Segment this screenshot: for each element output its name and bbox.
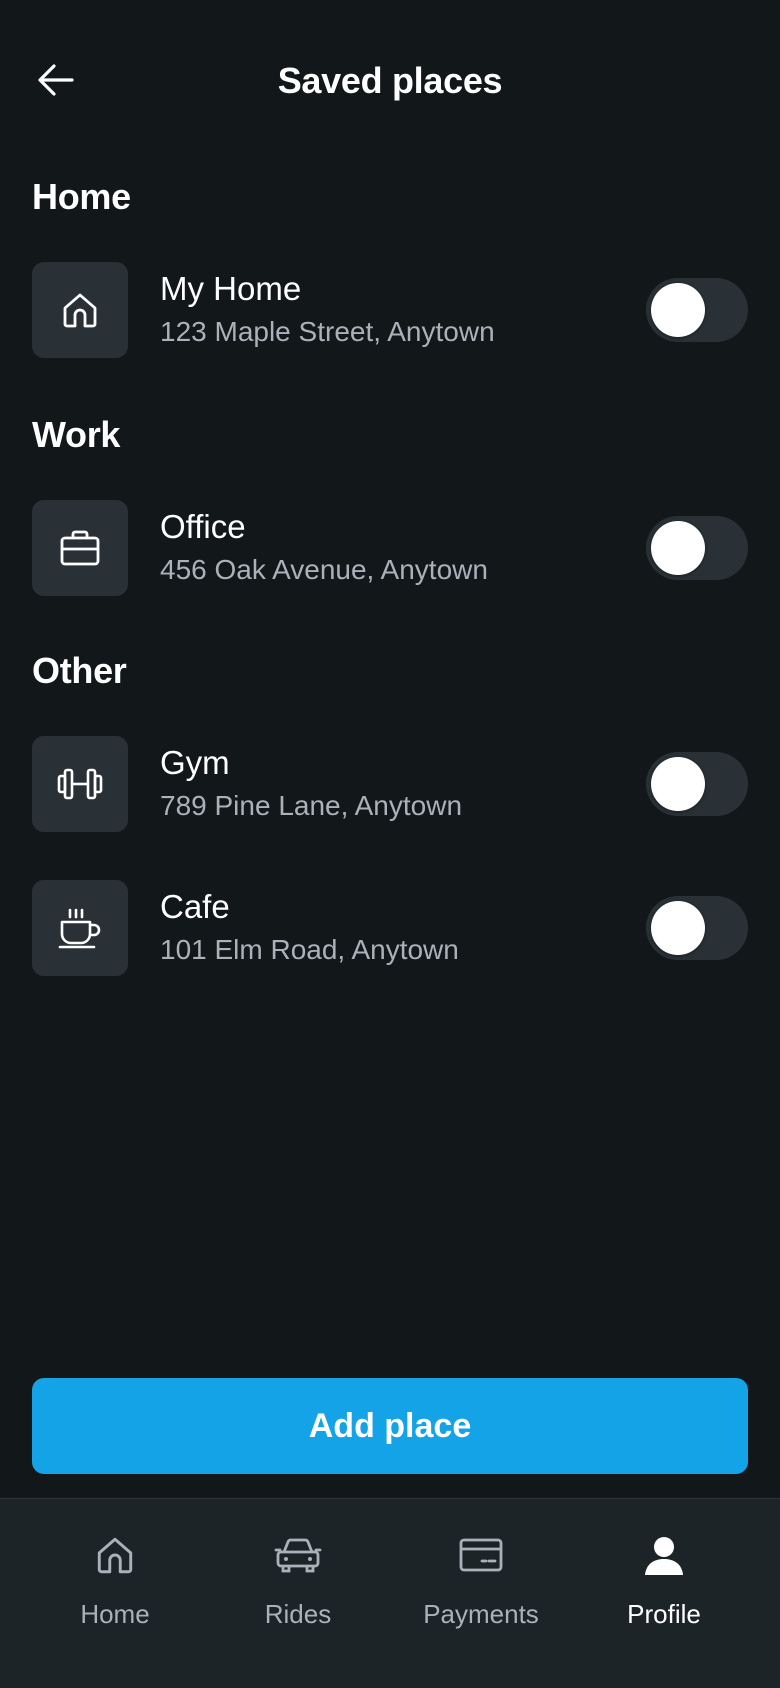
nav-icon-wrap <box>458 1529 504 1581</box>
bottom-navigation: Home Rides Payments Profile <box>0 1498 780 1688</box>
place-toggle[interactable] <box>646 516 748 580</box>
place-row-office[interactable]: Office 456 Oak Avenue, Anytown <box>32 500 748 596</box>
briefcase-icon <box>60 530 100 566</box>
place-address: 101 Elm Road, Anytown <box>160 934 459 965</box>
house-icon <box>63 293 97 328</box>
nav-item-payments[interactable]: Payments <box>389 1529 573 1639</box>
person-icon <box>645 1537 683 1575</box>
place-address: 456 Oak Avenue, Anytown <box>160 554 488 585</box>
page-title: Saved places <box>277 60 503 101</box>
place-address: 789 Pine Lane, Anytown <box>160 790 463 821</box>
place-row-cafe[interactable]: Cafe 101 Elm Road, Anytown <box>32 880 748 976</box>
coffee-cup-icon <box>58 908 101 949</box>
section-title-other: Other <box>32 650 127 691</box>
place-toggle[interactable] <box>646 278 748 342</box>
nav-item-rides[interactable]: Rides <box>206 1529 390 1639</box>
place-icon-tile <box>32 262 128 358</box>
place-name: Office <box>160 508 246 545</box>
nav-icon-wrap <box>274 1529 322 1581</box>
nav-label: Payments <box>423 1599 539 1629</box>
place-icon-tile <box>32 500 128 596</box>
credit-card-icon <box>459 1538 503 1572</box>
toggle-knob <box>651 901 705 955</box>
section-title-work: Work <box>32 414 121 455</box>
saved-places-screen: Saved places Home My Home 123 Maple Stre… <box>0 0 780 1688</box>
toggle-knob <box>651 283 705 337</box>
place-name: Gym <box>160 744 230 781</box>
toggle-knob <box>651 757 705 811</box>
place-name: Cafe <box>160 888 230 925</box>
nav-label: Home <box>80 1599 150 1629</box>
place-row-gym[interactable]: Gym 789 Pine Lane, Anytown <box>32 736 748 832</box>
top-bar: Saved places <box>0 40 780 120</box>
nav-item-profile[interactable]: Profile <box>572 1529 756 1639</box>
nav-icon-wrap <box>643 1529 685 1581</box>
place-address: 123 Maple Street, Anytown <box>160 316 495 347</box>
place-icon-tile <box>32 880 128 976</box>
add-place-button[interactable]: Add place <box>32 1378 748 1474</box>
toggle-knob <box>651 521 705 575</box>
place-name: My Home <box>160 270 302 307</box>
section-title-home: Home <box>32 176 131 217</box>
car-icon <box>274 1538 322 1573</box>
place-toggle[interactable] <box>646 752 748 816</box>
place-toggle[interactable] <box>646 896 748 960</box>
nav-label: Rides <box>264 1599 332 1629</box>
nav-icon-wrap <box>93 1529 137 1581</box>
nav-label: Profile <box>627 1599 701 1629</box>
place-icon-tile <box>32 736 128 832</box>
dumbbell-icon <box>57 768 103 800</box>
house-icon <box>97 1537 133 1574</box>
place-row-my-home[interactable]: My Home 123 Maple Street, Anytown <box>32 262 748 358</box>
nav-item-home[interactable]: Home <box>23 1529 207 1639</box>
